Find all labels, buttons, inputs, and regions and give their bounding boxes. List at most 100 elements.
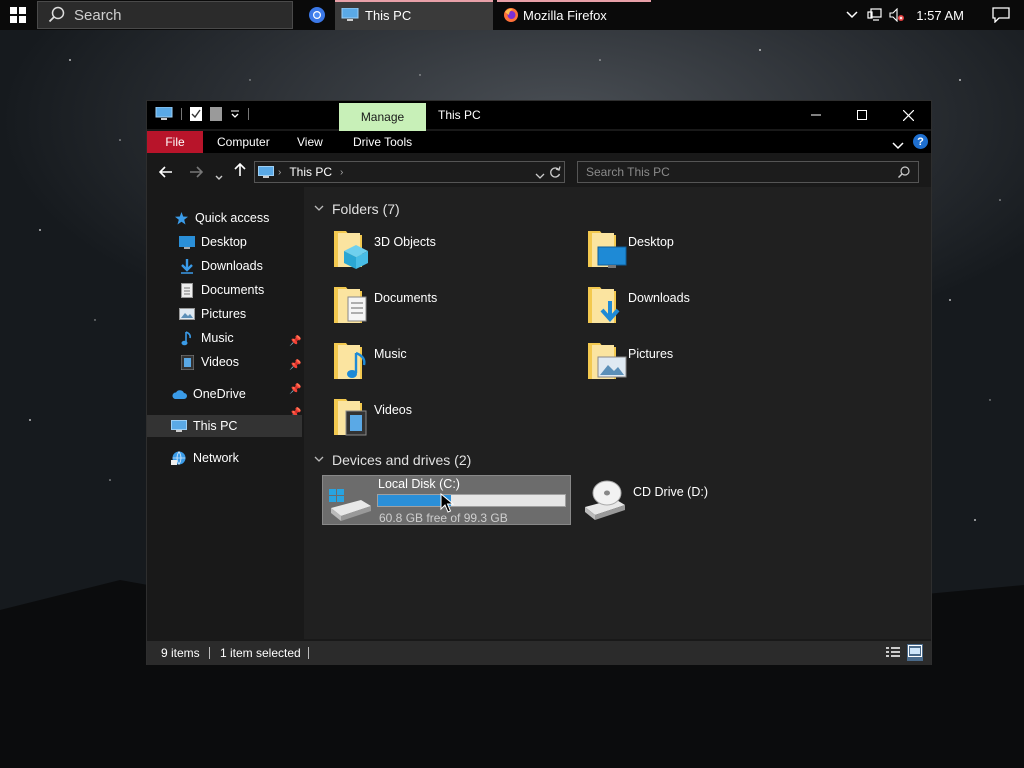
group-header-folders[interactable]: Folders (7) (314, 201, 400, 217)
nav-quick-access[interactable]: Quick access (173, 207, 269, 229)
customize-quick-access-icon[interactable] (230, 109, 240, 119)
3d-objects-folder-icon (334, 231, 368, 269)
chevron-up-icon[interactable] (840, 11, 864, 19)
pictures-icon (179, 308, 195, 320)
nav-pictures[interactable]: Pictures (179, 303, 246, 325)
nav-music[interactable]: Music (179, 327, 234, 349)
chevron-down-icon (314, 455, 324, 466)
mouse-cursor-icon (440, 493, 454, 513)
drive-usage-bar (377, 494, 566, 507)
tab-drive-tools[interactable]: Drive Tools (353, 131, 412, 153)
this-pc-icon (258, 165, 274, 178)
folder-item-music[interactable]: Music (328, 339, 578, 391)
desktop-folder-icon (588, 231, 627, 268)
taskbar-search-placeholder: Search (74, 6, 122, 24)
folder-label: Downloads (628, 291, 690, 305)
ribbon-tabs: File Computer View Drive Tools ? (147, 131, 931, 153)
onedrive-cloud-icon (172, 389, 187, 399)
folder-label: Pictures (628, 347, 674, 361)
close-icon (902, 109, 914, 121)
taskbar-search[interactable]: Search (37, 1, 293, 29)
maximize-icon (857, 110, 867, 120)
system-tray: 1:57 AM (840, 0, 1024, 30)
drive-item-cd-drive-d[interactable]: CD Drive (D:) (579, 475, 829, 525)
folder-item-videos[interactable]: Videos (328, 395, 578, 447)
volume-muted-icon[interactable] (886, 8, 908, 22)
address-bar[interactable]: › This PC › (254, 161, 565, 183)
recent-locations-icon[interactable] (215, 168, 223, 186)
tab-manage[interactable]: Manage (339, 103, 426, 131)
chrome-icon (309, 7, 325, 23)
videos-icon (180, 354, 194, 370)
new-folder-icon[interactable] (210, 107, 222, 121)
properties-icon[interactable] (190, 107, 202, 121)
title-bar[interactable]: Manage This PC (147, 101, 931, 131)
details-view-icon[interactable] (885, 645, 901, 662)
network-status-icon[interactable] (864, 8, 886, 22)
folder-item-documents[interactable]: Documents (328, 283, 578, 335)
nav-label: This PC (193, 419, 238, 433)
nav-network[interactable]: Network (171, 447, 239, 469)
this-pc-icon (155, 107, 173, 120)
pin-icon[interactable]: 📌 (289, 336, 301, 347)
nav-documents[interactable]: Documents (179, 279, 264, 301)
forward-arrow-icon[interactable] (189, 165, 204, 183)
desktop-icon (179, 235, 195, 249)
notification-icon[interactable] (986, 7, 1016, 23)
start-button[interactable] (0, 0, 36, 30)
status-bar: 9 items 1 item selected (147, 641, 931, 665)
taskbar-app-firefox[interactable]: Mozilla Firefox (497, 0, 651, 30)
minimize-icon (811, 114, 821, 116)
nav-desktop[interactable]: Desktop (179, 231, 247, 253)
folder-label: Videos (374, 403, 412, 417)
minimize-button[interactable] (793, 101, 839, 129)
large-icons-view-icon[interactable] (907, 644, 923, 661)
cd-drive-icon (585, 480, 625, 520)
back-arrow-icon[interactable] (158, 165, 173, 183)
folder-item-3d-objects[interactable]: 3D Objects (328, 227, 578, 279)
windows-logo-icon (10, 7, 26, 23)
taskbar-app-label: Mozilla Firefox (523, 7, 607, 23)
tab-file[interactable]: File (147, 131, 203, 153)
firefox-icon (504, 8, 518, 22)
nav-downloads[interactable]: Downloads (179, 255, 263, 277)
close-button[interactable] (885, 101, 931, 129)
address-dropdown-icon[interactable] (535, 167, 545, 185)
folder-item-pictures[interactable]: Pictures (582, 339, 832, 391)
tab-view[interactable]: View (297, 131, 323, 153)
address-segment[interactable]: This PC (289, 165, 332, 179)
documents-icon (181, 282, 193, 298)
folder-label: Documents (374, 291, 438, 305)
refresh-icon[interactable] (549, 165, 561, 184)
tab-computer[interactable]: Computer (217, 131, 270, 153)
nav-onedrive[interactable]: OneDrive (171, 383, 246, 405)
content-pane: Folders (7) 3D Objects Desktop Documents (304, 187, 931, 639)
search-box[interactable]: Search This PC (577, 161, 919, 183)
nav-videos[interactable]: Videos (179, 351, 239, 373)
expand-ribbon-icon[interactable] (892, 137, 904, 155)
nav-this-pc[interactable]: This PC (147, 415, 302, 437)
search-placeholder: Search This PC (586, 165, 670, 179)
nav-label: OneDrive (193, 387, 246, 401)
nav-label: Network (193, 451, 239, 465)
pin-icon[interactable]: 📌 (289, 360, 301, 371)
pin-icon[interactable]: 📌 (289, 384, 301, 395)
nav-label: Documents (201, 283, 265, 297)
taskbar: Search This PC Mozilla Firefox 1:57 AM (0, 0, 1024, 30)
network-icon (171, 450, 186, 465)
taskbar-chrome[interactable] (303, 0, 331, 30)
nav-label: Music (201, 331, 234, 345)
taskbar-app-this-pc[interactable]: This PC (335, 0, 493, 30)
folder-label: 3D Objects (374, 235, 436, 249)
maximize-button[interactable] (839, 101, 885, 129)
star-icon (174, 211, 188, 224)
group-header-devices[interactable]: Devices and drives (2) (314, 452, 471, 468)
up-arrow-icon[interactable] (234, 162, 246, 182)
folder-item-desktop[interactable]: Desktop (582, 227, 832, 279)
search-icon (898, 166, 910, 178)
help-button[interactable]: ? (913, 134, 928, 149)
folder-item-downloads[interactable]: Downloads (582, 283, 832, 335)
clock[interactable]: 1:57 AM (916, 8, 964, 23)
nav-label: Downloads (201, 259, 263, 273)
nav-label: Quick access (195, 211, 270, 225)
